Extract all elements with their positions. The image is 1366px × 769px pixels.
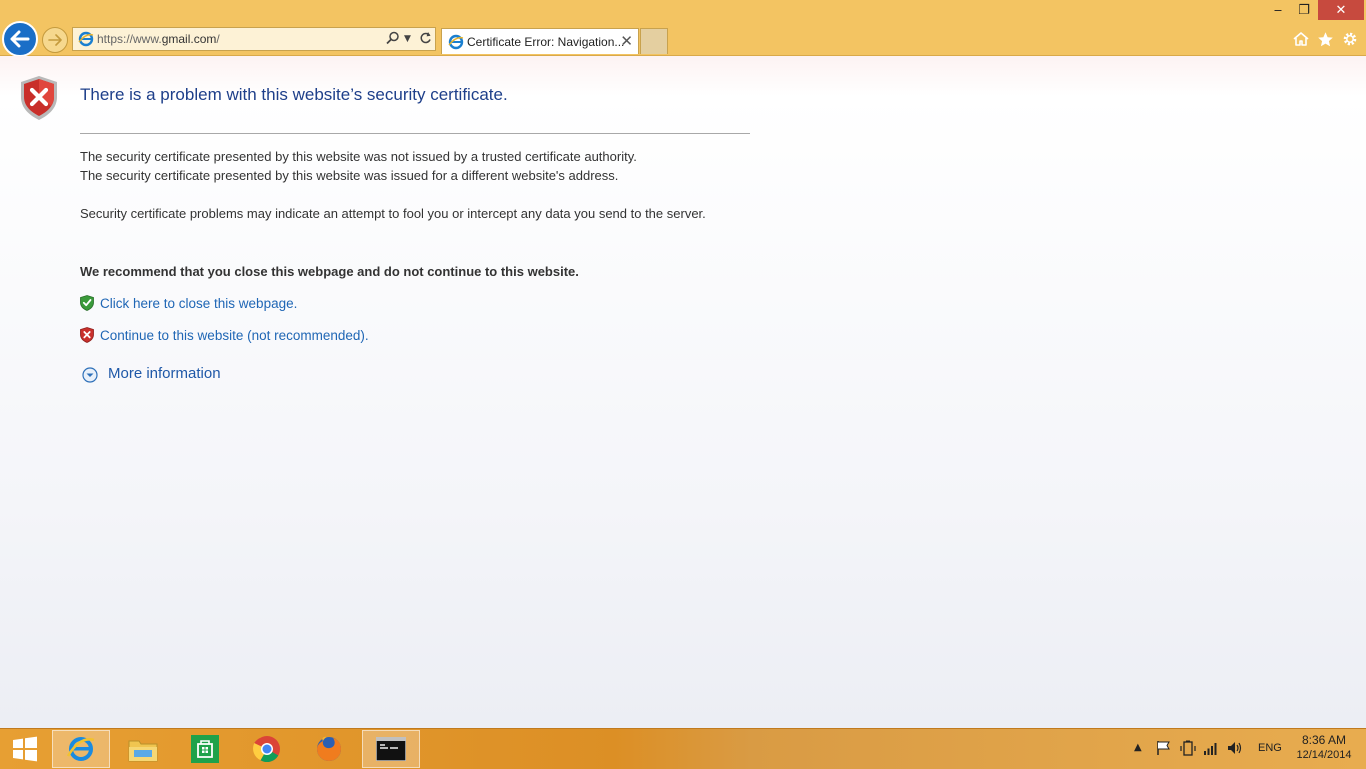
tab-title: Certificate Error: Navigation... [467, 35, 625, 49]
page-title: There is a problem with this website’s s… [80, 85, 508, 104]
dropdown-chevron-icon[interactable]: ▼ [404, 34, 411, 44]
firefox-icon [317, 736, 341, 761]
store-icon [191, 735, 219, 763]
minimize-button[interactable]: ‒ [1266, 0, 1290, 20]
restore-button[interactable]: ❐ [1292, 0, 1316, 20]
tools-gear-icon[interactable] [1340, 29, 1360, 49]
windows-logo-icon [13, 736, 37, 762]
volume-icon[interactable] [1227, 740, 1243, 760]
address-url[interactable]: https://www.gmail.com/ [97, 32, 220, 46]
forward-arrow-icon [48, 34, 62, 46]
taskbar-firefox[interactable] [300, 730, 358, 768]
forward-button[interactable] [42, 27, 68, 53]
address-bar[interactable]: https://www.gmail.com/ ▼ [72, 27, 436, 51]
taskbar-store[interactable] [176, 730, 234, 768]
search-icon[interactable] [386, 31, 400, 49]
recommendation-text: We recommend that you close this webpage… [80, 264, 579, 279]
error-reason-untrusted: The security certificate presented by th… [80, 149, 637, 164]
clock-time: 8:36 AM [1301, 733, 1347, 747]
start-button[interactable] [0, 730, 50, 768]
new-tab-button[interactable] [640, 28, 668, 54]
more-information-label: More information [108, 365, 221, 382]
favorites-star-icon[interactable] [1315, 29, 1335, 49]
home-icon[interactable] [1291, 29, 1311, 49]
tab-certificate-error[interactable]: Certificate Error: Navigation... ✕ [441, 28, 639, 54]
divider [80, 133, 750, 134]
clock-date: 12/14/2014 [1296, 749, 1352, 761]
chrome-icon [253, 736, 280, 763]
certificate-error-page: There is a problem with this website’s s… [0, 56, 1366, 728]
power-battery-icon[interactable] [1180, 740, 1196, 760]
back-arrow-icon [10, 30, 30, 48]
close-window-button[interactable]: ✕ [1318, 0, 1364, 20]
taskbar-chrome[interactable] [238, 730, 296, 768]
ie-favicon-icon [448, 34, 464, 50]
taskbar-file-explorer[interactable] [114, 730, 172, 768]
network-signal-icon[interactable] [1203, 740, 1219, 760]
taskbar: ▲ ENG 8:36 AM 12/14/2014 [0, 728, 1366, 769]
internet-explorer-icon [66, 737, 95, 761]
close-webpage-link[interactable]: Click here to close this webpage. [100, 296, 297, 311]
command-prompt-icon [376, 737, 406, 761]
refresh-icon[interactable] [419, 31, 432, 49]
browser-chrome: https://www.gmail.com/ ▼ Certificate Err… [0, 0, 1366, 57]
close-tab-icon[interactable]: ✕ [620, 32, 633, 50]
url-path: / [216, 32, 220, 46]
show-hidden-icons-icon[interactable]: ▲ [1134, 742, 1142, 753]
input-language-indicator[interactable]: ENG [1258, 742, 1282, 754]
error-reason-mismatch: The security certificate presented by th… [80, 168, 619, 183]
url-scheme: https://www. [97, 32, 162, 46]
ie-favicon-icon [78, 31, 94, 47]
taskbar-command-prompt[interactable] [362, 730, 420, 768]
continue-website-link[interactable]: Continue to this website (not recommende… [100, 328, 369, 343]
system-clock[interactable]: 8:36 AM 12/14/2014 [1286, 733, 1362, 763]
safe-shield-icon [80, 295, 94, 311]
security-error-shield-icon [21, 76, 57, 120]
url-domain: gmail.com [161, 32, 217, 46]
taskbar-internet-explorer[interactable] [52, 730, 110, 768]
expand-chevron-icon [82, 367, 98, 383]
back-button[interactable] [2, 21, 38, 57]
file-explorer-icon [128, 740, 158, 762]
action-center-flag-icon[interactable] [1156, 740, 1171, 760]
warning-paragraph: Security certificate problems may indica… [80, 206, 706, 221]
unsafe-shield-icon [80, 327, 94, 343]
